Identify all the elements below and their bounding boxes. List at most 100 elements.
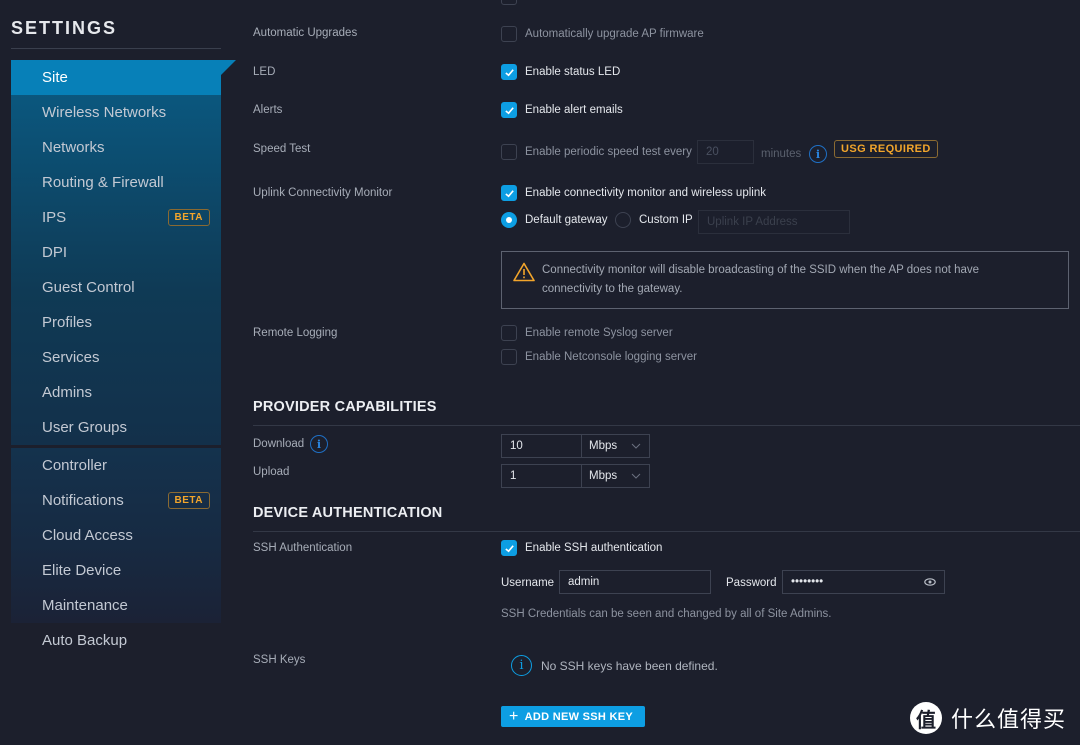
- password-input[interactable]: ••••••••: [782, 570, 945, 594]
- uplink-monitor-label: Uplink Connectivity Monitor: [253, 187, 393, 199]
- custom-ip-radio-option[interactable]: Custom IP: [615, 212, 693, 228]
- watermark-logo-icon: 值: [910, 702, 942, 734]
- speed-test-option[interactable]: Enable periodic speed test every: [501, 144, 692, 160]
- sidebar-item-user-groups[interactable]: User Groups: [11, 410, 221, 445]
- custom-ip-text: Custom IP: [639, 214, 693, 226]
- sidebar-item-label: DPI: [42, 244, 68, 261]
- check-icon: [504, 544, 514, 552]
- sidebar-item-routing-firewall[interactable]: Routing & Firewall: [11, 165, 221, 200]
- checkbox[interactable]: [501, 0, 517, 5]
- sidebar-item-label: User Groups: [42, 419, 128, 436]
- plus-icon: +: [509, 707, 519, 725]
- sidebar-item-ips[interactable]: IPS BETA: [11, 200, 221, 235]
- ssh-keys-empty-text: No SSH keys have been defined.: [541, 658, 718, 673]
- sidebar-item-label: Cloud Access: [42, 527, 133, 544]
- speed-test-interval-input[interactable]: 20: [697, 140, 754, 164]
- sidebar-item-label: Maintenance: [42, 597, 128, 614]
- info-icon[interactable]: i: [809, 145, 827, 163]
- led-checkbox[interactable]: [501, 64, 517, 80]
- alerts-label: Alerts: [253, 104, 283, 116]
- syslog-option[interactable]: Enable remote Syslog server: [501, 325, 673, 341]
- alerts-checkbox[interactable]: [501, 102, 517, 118]
- download-value-input[interactable]: 10: [502, 435, 582, 457]
- section-divider: [253, 531, 1080, 532]
- check-icon: [504, 68, 514, 76]
- led-option[interactable]: Enable status LED: [501, 64, 620, 80]
- ssh-authentication-option[interactable]: Enable SSH authentication: [501, 540, 662, 556]
- alerts-option[interactable]: Enable alert emails: [501, 102, 623, 118]
- sidebar-item-label: Notifications: [42, 492, 124, 509]
- check-icon: [504, 106, 514, 114]
- nav-group-controller: Controller Notifications BETA Cloud Acces…: [11, 448, 221, 623]
- uplink-ip-input[interactable]: Uplink IP Address: [698, 210, 850, 234]
- ssh-credentials-hint: SSH Credentials can be seen and changed …: [501, 608, 832, 620]
- chevron-down-icon: [631, 443, 641, 449]
- info-icon[interactable]: i: [310, 435, 328, 453]
- sidebar-item-label: Auto Backup: [42, 632, 128, 649]
- upload-unit-select[interactable]: Mbps: [582, 465, 649, 487]
- alerts-text: Enable alert emails: [525, 104, 623, 116]
- beta-badge: BETA: [167, 209, 210, 226]
- ssh-keys-label: SSH Keys: [253, 654, 306, 666]
- upload-label: Upload: [253, 466, 290, 478]
- netconsole-text: Enable Netconsole logging server: [525, 351, 697, 363]
- sidebar-divider: [11, 48, 221, 49]
- custom-ip-radio[interactable]: [615, 212, 631, 228]
- eye-icon[interactable]: [924, 578, 936, 586]
- led-text: Enable status LED: [525, 66, 621, 78]
- ssh-authentication-label: SSH Authentication: [253, 542, 353, 554]
- ssh-authentication-checkbox[interactable]: [501, 540, 517, 556]
- sidebar-item-maintenance[interactable]: Maintenance: [11, 588, 221, 623]
- check-icon: [504, 189, 514, 197]
- upload-input-group: 1 Mbps: [501, 464, 650, 488]
- sidebar-item-wireless-networks[interactable]: Wireless Networks: [11, 95, 221, 130]
- settings-sidebar: SETTINGS Site Wireless Networks Networks…: [0, 0, 240, 745]
- sidebar-item-profiles[interactable]: Profiles: [11, 305, 221, 340]
- syslog-checkbox[interactable]: [501, 325, 517, 341]
- warning-text-line2: connectivity to the gateway.: [542, 283, 683, 295]
- sidebar-item-dpi[interactable]: DPI: [11, 235, 221, 270]
- provider-capabilities-title: PROVIDER CAPABILITIES: [253, 399, 437, 415]
- automatic-upgrades-checkbox[interactable]: [501, 26, 517, 42]
- default-gateway-radio[interactable]: [501, 212, 517, 228]
- add-ssh-key-button[interactable]: + ADD NEW SSH KEY: [501, 706, 645, 727]
- automatic-upgrades-label: Automatic Upgrades: [253, 27, 358, 39]
- password-value: ••••••••: [791, 576, 824, 588]
- watermark-text: 什么值得买: [951, 707, 1067, 732]
- uplink-monitor-checkbox[interactable]: [501, 185, 517, 201]
- netconsole-checkbox[interactable]: [501, 349, 517, 365]
- partial-option: [501, 0, 525, 5]
- uplink-monitor-option[interactable]: Enable connectivity monitor and wireless…: [501, 185, 766, 201]
- sidebar-item-guest-control[interactable]: Guest Control: [11, 270, 221, 305]
- automatic-upgrades-option[interactable]: Automatically upgrade AP firmware: [501, 26, 704, 42]
- sidebar-item-services[interactable]: Services: [11, 340, 221, 375]
- sidebar-item-site[interactable]: Site: [11, 60, 236, 95]
- sidebar-item-elite-device[interactable]: Elite Device: [11, 553, 221, 588]
- default-gateway-radio-option[interactable]: Default gateway: [501, 212, 607, 228]
- username-input[interactable]: admin: [559, 570, 711, 594]
- sidebar-item-controller[interactable]: Controller: [11, 448, 221, 483]
- info-icon: i: [511, 655, 532, 676]
- sidebar-item-networks[interactable]: Networks: [11, 130, 221, 165]
- download-label: Download: [253, 438, 305, 450]
- section-divider: [253, 425, 1080, 426]
- automatic-upgrades-text: Automatically upgrade AP firmware: [525, 28, 704, 40]
- speed-test-text: Enable periodic speed test every: [525, 146, 692, 158]
- netconsole-option[interactable]: Enable Netconsole logging server: [501, 349, 697, 365]
- download-unit-value: Mbps: [589, 440, 618, 452]
- download-input-group: 10 Mbps: [501, 434, 650, 458]
- sidebar-item-notifications[interactable]: Notifications BETA: [11, 483, 221, 518]
- chevron-down-icon: [631, 473, 641, 479]
- download-unit-select[interactable]: Mbps: [582, 435, 649, 457]
- sidebar-item-label: Controller: [42, 457, 108, 474]
- sidebar-item-label: Wireless Networks: [42, 104, 167, 121]
- sidebar-item-cloud-access[interactable]: Cloud Access: [11, 518, 221, 553]
- sidebar-item-label: Services: [42, 349, 100, 366]
- device-authentication-title: DEVICE AUTHENTICATION: [253, 505, 443, 521]
- sidebar-item-label: Guest Control: [42, 279, 135, 296]
- sidebar-item-auto-backup[interactable]: Auto Backup: [11, 623, 221, 658]
- speed-test-checkbox[interactable]: [501, 144, 517, 160]
- sidebar-item-admins[interactable]: Admins: [11, 375, 221, 410]
- speed-test-label: Speed Test: [253, 143, 311, 155]
- upload-value-input[interactable]: 1: [502, 465, 582, 487]
